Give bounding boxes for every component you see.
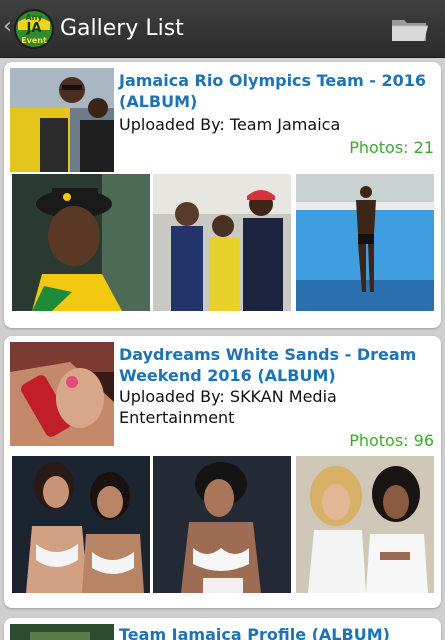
- album-cover-image[interactable]: [10, 624, 114, 640]
- uploaded-by: Uploaded By: SKKAN Media Entertainment: [119, 387, 337, 427]
- album-cover-image[interactable]: [10, 68, 114, 172]
- logo-text-event: Event: [21, 36, 47, 45]
- uploaded-by: Uploaded By: Team Jamaica: [119, 115, 341, 134]
- photo-count: Photos: 96: [349, 431, 434, 450]
- page-title: Gallery List: [60, 16, 184, 41]
- album-title[interactable]: Daydreams White Sands - Dream Weekend 20…: [119, 344, 434, 386]
- album-card[interactable]: Team Jamaica Profile (ALBUM): [4, 618, 441, 640]
- album-thumbnail[interactable]: [12, 174, 150, 311]
- album-title[interactable]: Team Jamaica Profile (ALBUM): [119, 624, 434, 640]
- app-logo[interactable]: Any JA Event: [13, 8, 55, 50]
- folder-icon[interactable]: [390, 14, 430, 44]
- chevron-left-icon[interactable]: ‹: [3, 15, 13, 39]
- album-thumbnail[interactable]: [296, 456, 434, 593]
- album-card[interactable]: Jamaica Rio Olympics Team - 2016 (ALBUM)…: [4, 62, 441, 328]
- logo-text-ja: JA: [26, 21, 42, 36]
- album-thumbnail[interactable]: [153, 174, 291, 311]
- album-cover-image[interactable]: [10, 342, 114, 446]
- action-bar: ‹ Any JA Event Gallery List: [0, 0, 445, 58]
- album-thumbnail[interactable]: [296, 174, 434, 311]
- album-title[interactable]: Jamaica Rio Olympics Team - 2016 (ALBUM): [119, 70, 434, 112]
- album-thumbnail[interactable]: [153, 456, 291, 593]
- photo-count: Photos: 21: [349, 138, 434, 157]
- album-card[interactable]: Daydreams White Sands - Dream Weekend 20…: [4, 336, 441, 608]
- album-thumbnail[interactable]: [12, 456, 150, 593]
